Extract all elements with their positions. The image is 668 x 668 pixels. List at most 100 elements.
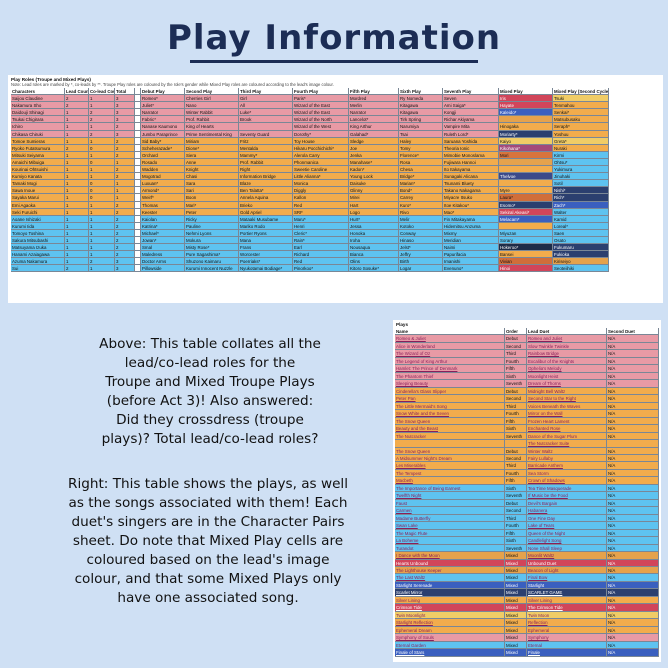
table-cell: Symphony of Souls — [395, 634, 505, 642]
table-cell: All — [239, 102, 293, 110]
table-row: Les Miserables Third Barricade Anthem N/A — [395, 462, 659, 470]
table-cell: N/A — [607, 335, 659, 343]
table-cell: Sixth — [505, 425, 527, 433]
table-row: La Boheme Sixth Candlelight Song N/A — [395, 537, 659, 545]
table-cell — [499, 116, 553, 124]
table-cell: Kitagawa — [399, 109, 443, 117]
description-line: plays)? Total lead/co-lead roles? — [101, 431, 319, 447]
table-cell: N/A — [607, 514, 659, 523]
table-cell: Twin Moon — [527, 611, 607, 620]
table-cell: Hinoi — [499, 265, 553, 273]
table-row: Snow White and the Seven Fourth Mirror on … — [395, 410, 659, 418]
table-cell: Brook — [239, 116, 293, 124]
table-cell: Fifth — [505, 477, 527, 485]
table-cell: Annela Aquina — [239, 194, 293, 202]
table-cell: Seventh — [505, 380, 527, 388]
table-cell: N/A — [607, 350, 659, 358]
table-cell: Information Bridge — [239, 173, 293, 181]
table-cell: Wadden — [141, 166, 185, 174]
table-cell: Dance of the Sugar Plum — [527, 432, 607, 441]
table-cell: Slow Twinkle Twinkle — [527, 342, 607, 351]
table-cell: 1 — [89, 95, 115, 103]
table-cell: N/A — [607, 574, 659, 582]
table-cell: Hokeroo* — [499, 244, 553, 252]
table-header-row: Name Order Lead Duet Second Duet — [395, 328, 659, 336]
table-cell: 2 — [89, 258, 115, 266]
table-cell: 1 — [65, 258, 89, 266]
table-cell: Joe — [349, 144, 399, 152]
table-cell: 1 — [89, 215, 115, 223]
table-cell: Nuraki — [553, 144, 609, 152]
table-cell: Seraph* — [553, 123, 609, 131]
table-cell: Sixth — [505, 537, 527, 545]
table-cell: Dorothy* — [293, 130, 349, 138]
table-cell: The Last Waltz — [395, 574, 505, 582]
table-cell: 2 — [115, 236, 135, 245]
table-row: Sui 2 1 3 Pillowside Kurumi Innocent Nuzzle Ny… — [11, 265, 659, 273]
table-cell: Third — [505, 462, 527, 470]
table-cell: Mixed — [505, 581, 527, 590]
table-cell: Siera — [185, 151, 239, 159]
table-row: Turandot Seventh None Shall Sleep N/A — [395, 544, 659, 553]
table-row: The Legend of King Arthur Fourth Excalibur… — [395, 357, 659, 366]
table-cell: Michael* — [141, 229, 185, 237]
table-cell: N/A — [607, 626, 659, 635]
table-cell: Sui — [11, 265, 65, 273]
table-cell: 2 — [115, 215, 135, 223]
table-cell: Meridian — [443, 236, 499, 245]
table-cell: Midnight Bell Waltz — [527, 387, 607, 396]
table-cell: Sorary — [499, 236, 553, 245]
table-cell: Habanera — [527, 507, 607, 515]
table-cell: 2 — [115, 208, 135, 216]
table-cell: Symphony — [527, 634, 607, 642]
table-cell: N/A — [607, 649, 659, 657]
table-cell: N/A — [607, 484, 659, 493]
header-cell: Total — [115, 88, 135, 96]
table-cell: Sekiral Akeasi* — [499, 208, 553, 216]
table-cell: 2 — [115, 137, 135, 145]
table-cell: Esomo* — [499, 201, 553, 209]
table-cell: Richar Akiyama — [443, 116, 499, 124]
table-cell: Ohtsu* — [553, 158, 609, 167]
table-cell: Jessa — [349, 222, 399, 230]
header-cell: Fifth Play — [349, 88, 399, 96]
table-cell: Jeffry — [399, 251, 443, 259]
table-cell: Bond* — [399, 187, 443, 195]
table-cell: Chikasa Chiruki — [11, 130, 65, 138]
table-cell: N/A — [607, 492, 659, 500]
table-row: Sleeping Beauty Seventh Dream of Thorns N/A — [395, 380, 659, 388]
table-cell: Kaiolan — [141, 215, 185, 223]
table-cell: 1 — [89, 151, 115, 159]
table-cell: Osato — [553, 236, 609, 245]
table-cell: Kikohana* — [499, 144, 553, 152]
table-row: The Importance of Being Earnest Sixth Tea … — [395, 484, 659, 493]
description-line: colour, and that some Mixed Plays only — [74, 571, 342, 587]
table-cell: Sotil — [553, 180, 609, 188]
table-cell: Seki Furuichi — [11, 208, 65, 216]
table-cell: Wizard of the North — [293, 116, 349, 124]
table-cell — [395, 440, 505, 448]
table-cell: 3 — [115, 116, 135, 124]
table-cell: Thomas — [141, 201, 185, 209]
table-cell: Misty Rose* — [185, 244, 239, 252]
table-cell: Fritz — [239, 137, 293, 145]
table-cell: Monica — [293, 180, 349, 188]
table-cell: 2 — [115, 244, 135, 252]
table-cell: Mirei — [349, 194, 399, 202]
table-cell: Peter Pan — [395, 395, 505, 403]
table-cell: Seven — [443, 95, 499, 103]
table-cell: N/A — [607, 581, 659, 590]
header-cell: Order — [505, 328, 527, 336]
table-cell: 1 — [89, 102, 115, 110]
table-cell: Nano — [185, 102, 239, 110]
description-right: Right: This table shows the plays, as we… — [28, 475, 388, 608]
table-cell: Worcester — [239, 251, 293, 259]
table-cell: Boon — [185, 194, 239, 202]
header-cell: Sixth Play — [399, 88, 443, 96]
table-cell: N/A — [607, 372, 659, 381]
table-cell: Kongji — [443, 109, 499, 117]
table-cell: Prof. Rahbit — [185, 116, 239, 124]
table-cell: Hayate — [499, 102, 553, 110]
table-cell: Olins — [349, 258, 399, 266]
table-cell: Rich* — [553, 194, 609, 202]
